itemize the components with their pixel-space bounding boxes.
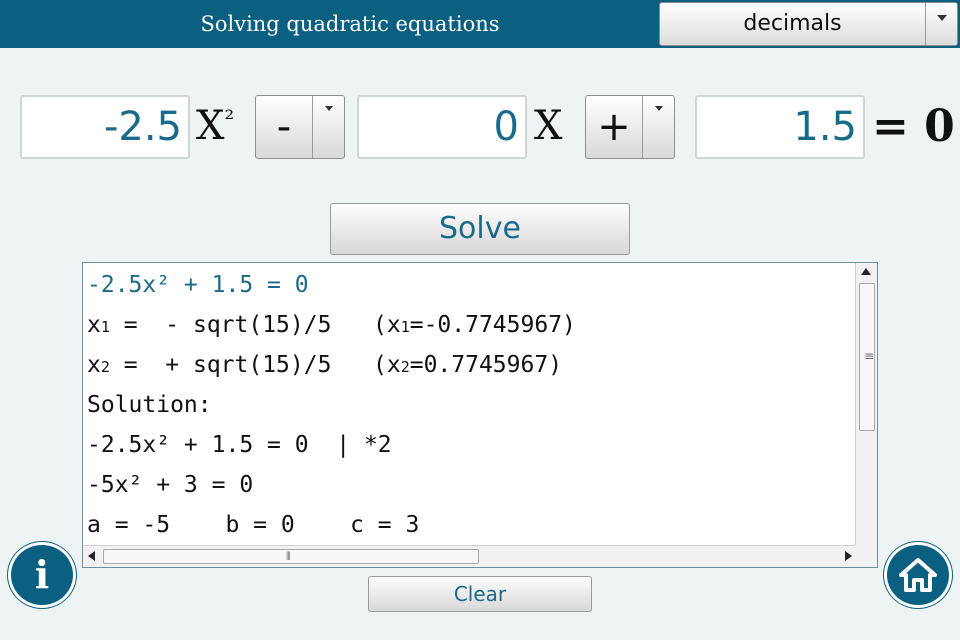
top-bar: Solving quadratic equations decimals [0, 0, 960, 48]
info-button[interactable]: i [8, 542, 76, 608]
grip-icon: ≡ [864, 349, 875, 363]
chevron-down-icon[interactable] [925, 3, 957, 45]
output-part: = + sqrt(15)/5 (x [109, 352, 401, 378]
sign-2-value: + [597, 104, 631, 150]
coefficient-c-input[interactable]: 1.5 [695, 95, 865, 159]
x-squared-var: X [196, 103, 225, 149]
x-squared-exponent: ² [224, 105, 235, 133]
info-icon: i [34, 552, 50, 597]
mode-select-value: decimals [743, 11, 842, 36]
chevron-down-icon[interactable] [642, 96, 674, 158]
clear-button[interactable]: Clear [368, 576, 592, 612]
sign-1-value: - [276, 104, 292, 150]
home-icon [899, 558, 937, 592]
x-label: X [534, 103, 563, 149]
app-title: Solving quadratic equations [200, 12, 500, 36]
solution-text: -2.5x² + 1.5 = 0 x1 = - sqrt(15)/5 (x1=-… [87, 265, 855, 545]
coefficient-a-input[interactable]: -2.5 [20, 95, 190, 159]
solve-button[interactable]: Solve [330, 203, 630, 255]
sign-2-select[interactable]: + [585, 95, 675, 159]
sign-1-select[interactable]: - [255, 95, 345, 159]
horizontal-scroll-thumb[interactable]: ⦀ [103, 549, 479, 564]
scrollbar-corner [855, 545, 877, 567]
output-part: =-0.7745967) [409, 312, 576, 338]
output-line: -2.5x² + 1.5 = 0 [87, 265, 855, 305]
horizontal-scrollbar[interactable]: ⦀ [83, 545, 857, 567]
scroll-up-arrow-icon[interactable] [856, 263, 877, 281]
output-part: x [87, 352, 101, 378]
coefficient-b-input[interactable]: 0 [357, 95, 527, 159]
solution-output[interactable]: -2.5x² + 1.5 = 0 x1 = - sqrt(15)/5 (x1=-… [82, 262, 878, 568]
output-subscript: 2 [100, 358, 110, 376]
home-button[interactable] [884, 542, 952, 608]
output-line-text: a = -5 b = 0 c = 3 [87, 512, 420, 538]
output-subscript: 1 [100, 318, 110, 336]
output-part: = - sqrt(15)/5 (x [109, 312, 401, 338]
output-line-text: Solution: [87, 392, 212, 418]
output-line: -5x² + 3 = 0 [87, 465, 855, 505]
mode-select[interactable]: decimals [659, 2, 958, 46]
output-part: =0.7745967) [409, 352, 563, 378]
output-line-text: -5x² + 3 = 0 [87, 472, 254, 498]
equals-zero-label: = 0 [872, 101, 955, 152]
output-line: -2.5x² + 1.5 = 0 | *2 [87, 425, 855, 465]
output-line: Solution: [87, 385, 855, 425]
x-squared-label: X² [196, 95, 234, 159]
output-subscript: 2 [400, 358, 410, 376]
output-subscript: 1 [400, 318, 410, 336]
vertical-scrollbar[interactable]: ≡ [855, 263, 877, 564]
output-part: x [87, 312, 101, 338]
output-line: x2 = + sqrt(15)/5 (x2=0.7745967) [87, 345, 855, 385]
chevron-down-icon[interactable] [312, 96, 344, 158]
output-line-text: -2.5x² + 1.5 = 0 [87, 272, 309, 298]
output-line-text: -2.5x² + 1.5 = 0 | *2 [87, 432, 392, 458]
grip-icon: ⦀ [286, 550, 291, 563]
scroll-left-arrow-icon[interactable] [83, 546, 101, 567]
output-line: a = -5 b = 0 c = 3 [87, 505, 855, 545]
vertical-scroll-thumb[interactable]: ≡ [859, 283, 875, 431]
output-line: x1 = - sqrt(15)/5 (x1=-0.7745967) [87, 305, 855, 345]
